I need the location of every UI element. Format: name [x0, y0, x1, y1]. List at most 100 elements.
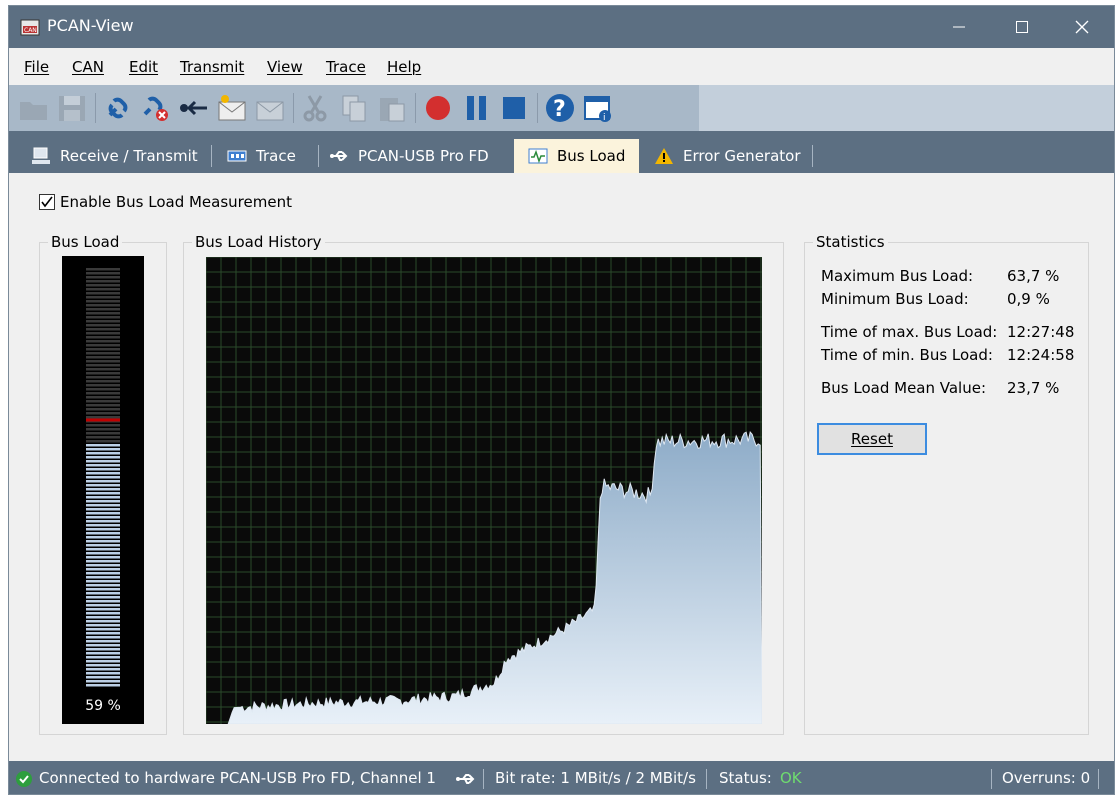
- meter-segment-dim: [86, 344, 120, 347]
- meter-segment-lit: [86, 564, 120, 567]
- reset-button[interactable]: Reset: [817, 423, 927, 455]
- meter-segment-lit: [86, 464, 120, 467]
- stat-time-min-label: Time of min. Bus Load:: [821, 346, 993, 364]
- bus-load-history-graph: [205, 256, 763, 725]
- meter-segment-dim: [86, 424, 120, 427]
- app-window: CAN PCAN-View File CAN Edit Transmit Vie…: [8, 5, 1115, 795]
- menu-help[interactable]: Help: [387, 58, 421, 76]
- meter-segment-lit: [86, 524, 120, 527]
- menu-transmit[interactable]: Transmit: [180, 58, 244, 76]
- meter-segment-lit: [86, 632, 120, 635]
- bus-load-meter: 59 %: [62, 256, 144, 724]
- meter-segment-dim: [86, 328, 120, 331]
- meter-segment-dim: [86, 284, 120, 287]
- minimize-button[interactable]: [929, 6, 989, 48]
- tab-receive-transmit[interactable]: Receive / Transmit: [31, 139, 198, 173]
- meter-segment-lit: [86, 596, 120, 599]
- meter-segment-dim: [86, 436, 120, 439]
- menu-edit[interactable]: Edit: [129, 58, 158, 76]
- pcan-app-icon: CAN: [20, 19, 40, 36]
- new-message-icon[interactable]: [215, 92, 249, 124]
- meter-segment-lit: [86, 600, 120, 603]
- tab-error-generator[interactable]: Error Generator: [654, 139, 801, 173]
- back-icon[interactable]: [177, 92, 211, 124]
- meter-segment-lit: [86, 516, 120, 519]
- meter-segment-lit: [86, 592, 120, 595]
- meter-segment-lit: [86, 648, 120, 651]
- meter-segment-lit: [86, 556, 120, 559]
- stat-min-value: 0,9 %: [1007, 290, 1050, 308]
- maximize-button[interactable]: [992, 6, 1052, 48]
- meter-segment-dim: [86, 288, 120, 291]
- meter-segment-dim: [86, 408, 120, 411]
- meter-segment-lit: [86, 536, 120, 539]
- meter-segment-lit: [86, 456, 120, 459]
- connection-status-text: Connected to hardware PCAN-USB Pro FD, C…: [39, 769, 436, 787]
- meter-segment-lit: [86, 500, 120, 503]
- meter-segment-dim: [86, 336, 120, 339]
- toolbar: ? i: [9, 85, 699, 131]
- stat-mean-value: 23,7 %: [1007, 379, 1060, 397]
- meter-segment-lit: [86, 528, 120, 531]
- meter-segment-lit: [86, 472, 120, 475]
- meter-segment-dim: [86, 352, 120, 355]
- tab-trace[interactable]: Trace: [227, 139, 296, 173]
- help-icon[interactable]: ?: [543, 92, 577, 124]
- meter-segment-lit: [86, 656, 120, 659]
- meter-segment-lit: [86, 644, 120, 647]
- meter-segment-dim: [86, 320, 120, 323]
- tab-receive-transmit-label: Receive / Transmit: [60, 147, 198, 165]
- meter-segment-lit: [86, 512, 120, 515]
- menu-trace[interactable]: Trace: [326, 58, 366, 76]
- reset-button-label: Reset: [851, 430, 893, 448]
- stat-mean-label: Bus Load Mean Value:: [821, 379, 987, 397]
- meter-segment-lit: [86, 608, 120, 611]
- meter-segment-dim: [86, 268, 120, 271]
- meter-segment-dim: [86, 356, 120, 359]
- properties-icon[interactable]: i: [581, 92, 615, 124]
- meter-segment-dim: [86, 376, 120, 379]
- menu-bar: File CAN Edit Transmit View Trace Help: [9, 48, 1114, 85]
- paste-icon[interactable]: [375, 92, 409, 124]
- bus-load-meter-bars: [86, 268, 120, 687]
- stop-icon[interactable]: [497, 92, 531, 124]
- cut-icon[interactable]: [299, 92, 333, 124]
- meter-segment-dim: [86, 300, 120, 303]
- overruns-text: Overruns: 0: [1002, 769, 1091, 787]
- copy-icon[interactable]: [337, 92, 371, 124]
- meter-segment-lit: [86, 460, 120, 463]
- open-icon[interactable]: [17, 92, 51, 124]
- meter-segment-dim: [86, 364, 120, 367]
- meter-segment-dim: [86, 272, 120, 275]
- enable-bus-load-checkbox[interactable]: Enable Bus Load Measurement: [39, 193, 292, 211]
- tab-pcan-usb-pro-fd[interactable]: PCAN-USB Pro FD: [329, 139, 489, 173]
- edit-message-icon[interactable]: [253, 92, 287, 124]
- bus-load-history-title: Bus Load History: [192, 233, 325, 251]
- minimize-icon: [953, 26, 965, 28]
- usb-icon: [330, 151, 348, 161]
- window-title: PCAN-View: [47, 16, 134, 35]
- menu-can[interactable]: CAN: [72, 58, 104, 76]
- meter-segment-lit: [86, 584, 120, 587]
- meter-segment-lit: [86, 560, 120, 563]
- connect-icon[interactable]: [101, 92, 135, 124]
- meter-segment-dim: [86, 384, 120, 387]
- stat-time-max-label: Time of max. Bus Load:: [821, 323, 998, 341]
- menu-file[interactable]: File: [24, 58, 49, 76]
- meter-segment-lit: [86, 612, 120, 615]
- tab-error-generator-label: Error Generator: [683, 147, 801, 165]
- meter-segment-dim: [86, 412, 120, 415]
- disconnect-icon[interactable]: [139, 92, 173, 124]
- pause-icon[interactable]: [459, 92, 493, 124]
- stat-time-max-value: 12:27:48: [1007, 323, 1075, 341]
- record-icon[interactable]: [421, 92, 455, 124]
- meter-segment-dim: [86, 292, 120, 295]
- save-icon[interactable]: [55, 92, 89, 124]
- close-button[interactable]: [1052, 6, 1112, 48]
- tab-bus-load[interactable]: Bus Load: [514, 139, 640, 173]
- menu-view[interactable]: View: [267, 58, 303, 76]
- meter-segment-dim: [86, 368, 120, 371]
- meter-segment-lit: [86, 552, 120, 555]
- checkbox-box[interactable]: [39, 194, 55, 210]
- status-value: OK: [780, 769, 802, 787]
